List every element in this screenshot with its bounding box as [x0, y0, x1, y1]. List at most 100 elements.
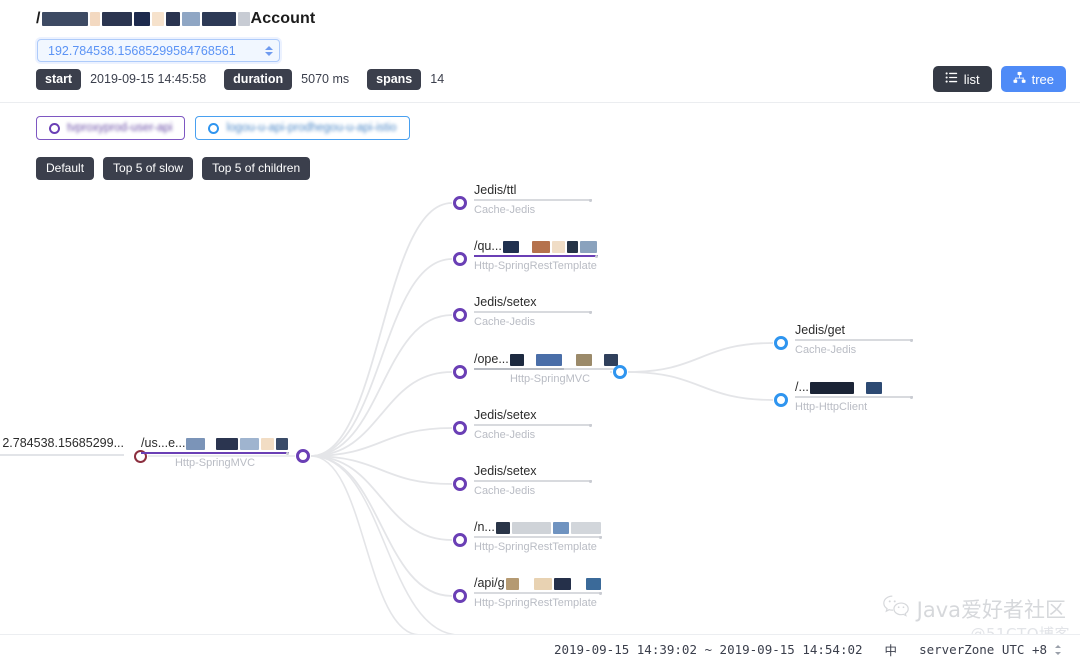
service-legend: tvproxyprod-user-api logou-u-api-prodhego…	[36, 116, 410, 140]
footer-language[interactable]: 中	[885, 640, 898, 659]
redaction-block	[573, 577, 584, 590]
view-tree-button[interactable]: tree	[1000, 66, 1066, 92]
node-label: Jedis/setex Cache-Jedis	[474, 295, 592, 329]
node-circle-icon[interactable]	[774, 393, 788, 407]
filter-button-2[interactable]: Top 5 of children	[202, 157, 311, 180]
page-header: / Account 192.784538.15685299584768561 s…	[0, 0, 1080, 103]
redaction-block	[101, 11, 132, 26]
redaction-block	[570, 521, 601, 534]
redaction-block	[186, 437, 206, 450]
node-label-name: Jedis/ttl	[474, 183, 517, 197]
node-component-label: Http-SpringMVC	[509, 373, 591, 385]
redaction-block	[865, 381, 882, 394]
redaction-block	[509, 353, 524, 366]
circle-icon	[208, 122, 220, 134]
node-label-text: /n...	[474, 520, 602, 535]
redaction-block	[563, 353, 574, 366]
redaction-block	[566, 240, 579, 253]
node-circle-icon[interactable]	[453, 196, 467, 210]
node-duration-bar	[474, 198, 592, 202]
start-label: start	[36, 68, 82, 90]
redaction-block	[554, 577, 572, 590]
page-footer: 2019-09-15 14:39:02 ~ 2019-09-15 14:54:0…	[0, 634, 1080, 662]
node-label-name: /...	[795, 380, 809, 394]
page-title-suffix: Account	[250, 10, 316, 27]
tree-edge	[310, 455, 421, 635]
chevron-updown-icon[interactable]	[264, 44, 273, 58]
redaction-block	[575, 353, 592, 366]
node-label-name: /n...	[474, 520, 495, 534]
node-duration-bar	[474, 479, 592, 483]
redaction-block	[41, 11, 88, 26]
node-circle-icon[interactable]	[453, 421, 467, 435]
node-circle-icon[interactable]	[453, 477, 467, 491]
redaction-block	[181, 11, 200, 26]
node-label-name: Jedis/setex	[474, 295, 537, 309]
legend-chip-0[interactable]: tvproxyprod-user-api	[36, 116, 186, 140]
node-circle-icon[interactable]	[453, 308, 467, 322]
node-component-label: Http-SpringRestTemplate	[474, 260, 597, 272]
view-list-button[interactable]: list	[932, 66, 992, 92]
node-duration-bar	[474, 535, 602, 539]
node-label: /api/g Http-SpringRestTemplate	[474, 576, 602, 610]
legend-chip-label: logou-u-api-prodhegou-u-api-istio	[226, 122, 397, 134]
node-duration-bar-fill	[141, 452, 289, 454]
node-circle-icon[interactable]	[774, 336, 788, 350]
tree-edge	[310, 314, 453, 457]
footer-timezone[interactable]: serverZone UTC +8	[919, 642, 1047, 657]
node-label-text: Jedis/setex	[474, 408, 592, 423]
chevron-updown-icon[interactable]	[1055, 644, 1062, 655]
node-circle-icon[interactable]	[613, 365, 627, 379]
node-circle-icon[interactable]	[453, 533, 467, 547]
node-component-label: Cache-Jedis	[474, 316, 536, 328]
node-circle-icon[interactable]	[453, 589, 467, 603]
node-label-text: Jedis/setex	[474, 464, 592, 479]
node-circle-icon[interactable]	[453, 365, 467, 379]
node-label-name: Jedis/setex	[474, 464, 537, 478]
tree-edge	[310, 258, 453, 457]
node-component-label: Cache-Jedis	[474, 204, 536, 216]
root-node-text: 2.784538.15685299...	[2, 436, 124, 450]
node-component-label: Http-SpringRestTemplate	[474, 541, 597, 553]
node-circle-icon[interactable]	[296, 449, 310, 463]
node-label: Jedis/get Cache-Jedis	[795, 323, 913, 357]
duration-label: duration	[224, 68, 293, 90]
node-label-text: /ope...	[474, 352, 626, 367]
node-duration-bar	[474, 591, 602, 595]
legend-chip-label: tvproxyprod-user-api	[67, 122, 173, 134]
tree-edge	[310, 455, 453, 597]
legend-chip-1[interactable]: logou-u-api-prodhegou-u-api-istio	[195, 116, 410, 140]
redaction-block	[535, 353, 562, 366]
redaction-block	[239, 437, 259, 450]
node-component-label: Http-SpringRestTemplate	[474, 597, 597, 609]
node-label-name: /qu...	[474, 239, 502, 253]
node-label: /qu... Http-SpringRestTemplate	[474, 239, 598, 273]
redaction-block	[207, 437, 214, 450]
redaction-block	[809, 381, 854, 394]
tree-edge	[627, 342, 774, 373]
trace-detail-page: / Account 192.784538.15685299584768561 s…	[0, 0, 1080, 662]
trace-id-value: 192.784538.15685299584768561	[48, 43, 236, 58]
redaction-block	[521, 577, 532, 590]
duration-value: 5070 ms	[301, 72, 350, 86]
redaction-block	[855, 381, 864, 394]
node-duration-bar	[795, 338, 913, 342]
tree-edge	[627, 371, 774, 401]
redaction-block	[580, 240, 597, 253]
trace-id-select[interactable]: 192.784538.15685299584768561	[37, 39, 280, 62]
node-label: /us...e... Http-SpringMVC	[141, 436, 289, 470]
filter-button-1[interactable]: Top 5 of slow	[103, 157, 194, 180]
filter-button-0[interactable]: Default	[36, 157, 95, 180]
node-circle-icon[interactable]	[453, 252, 467, 266]
footer-time-range: 2019-09-15 14:39:02 ~ 2019-09-15 14:54:0…	[553, 642, 863, 657]
redaction-block	[525, 353, 534, 366]
node-label-text: Jedis/setex	[474, 295, 592, 310]
node-label-text: /us...e...	[141, 436, 289, 451]
node-label-name: Jedis/get	[795, 323, 846, 337]
redaction-block	[215, 437, 238, 450]
trace-tree-canvas[interactable]: 2.784538.15685299... /us...e... Http-Sprin…	[0, 180, 1080, 635]
node-component-label: Cache-Jedis	[474, 429, 536, 441]
view-tree-label: tree	[1031, 71, 1054, 87]
spans-value: 14	[430, 72, 445, 86]
node-duration-bar	[474, 310, 592, 314]
